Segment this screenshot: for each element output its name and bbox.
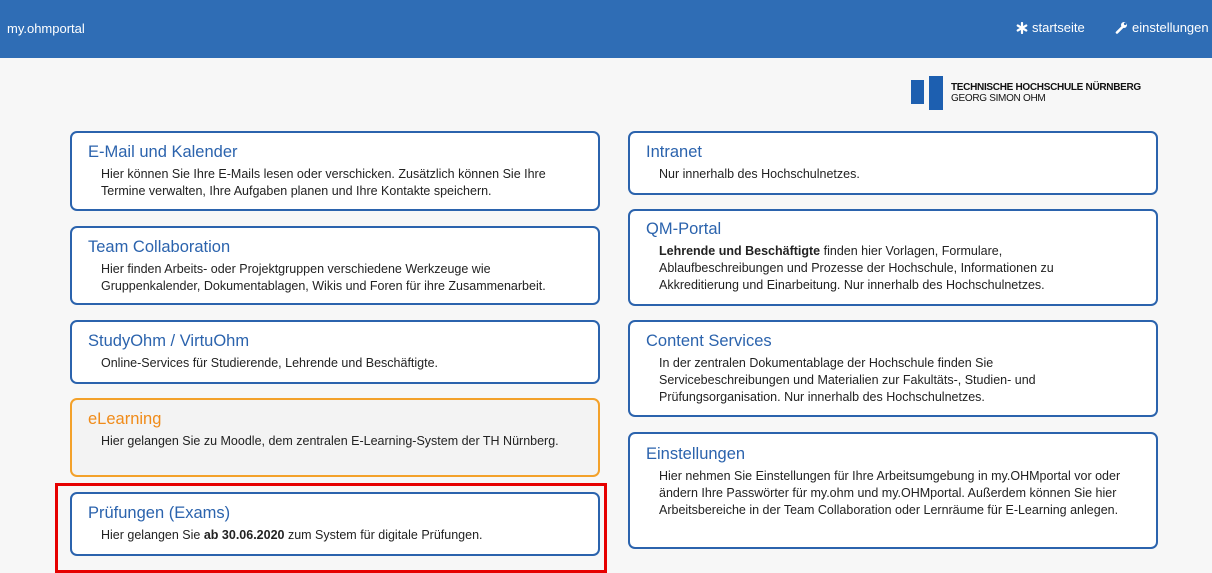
card-title: StudyOhm / VirtuOhm bbox=[88, 332, 250, 350]
card-title: QM-Portal bbox=[646, 220, 722, 238]
wrench-icon bbox=[1115, 22, 1127, 34]
card-pruefungen-exams[interactable]: Prüfungen (Exams) Hier gelangen Sie ab 3… bbox=[70, 492, 600, 556]
card-title: E-Mail und Kalender bbox=[88, 143, 238, 161]
startseite-label: startseite bbox=[1032, 20, 1085, 35]
card-description: Online-Services für Studierende, Lehrend… bbox=[101, 356, 439, 370]
card-title: Intranet bbox=[646, 143, 702, 161]
card-einstellungen[interactable]: Einstellungen Hier nehmen Sie Einstellun… bbox=[628, 432, 1158, 549]
card-description: Hier können Sie Ihre E-Mails lesen oder … bbox=[101, 167, 546, 198]
card-studyohm-virtuohm[interactable]: StudyOhm / VirtuOhm Online-Services für … bbox=[70, 320, 600, 384]
card-title: Team Collaboration bbox=[88, 238, 231, 256]
asterisk-icon bbox=[1016, 21, 1028, 34]
logo-line-1: TECHNISCHE HOCHSCHULE NÜRNBERG bbox=[951, 82, 1141, 93]
card-description: In der zentralen Dokumentablage der Hoch… bbox=[659, 356, 1036, 404]
card-qm-portal[interactable]: QM-Portal Lehrende und Beschäftigte find… bbox=[628, 209, 1158, 306]
th-logo-mark-icon bbox=[911, 76, 943, 110]
card-description: Hier gelangen Sie zu Moodle, dem zentral… bbox=[101, 434, 559, 448]
brand-link[interactable]: my.ohmportal bbox=[7, 21, 85, 36]
logo-line-2: GEORG SIMON OHM bbox=[951, 93, 1046, 104]
card-title: Einstellungen bbox=[646, 445, 746, 463]
card-description: Hier gelangen Sie ab 30.06.2020 zum Syst… bbox=[101, 528, 483, 542]
einstellungen-link[interactable]: einstellungen bbox=[1115, 20, 1209, 35]
card-intranet[interactable]: Intranet Nur innerhalb des Hochschulnetz… bbox=[628, 131, 1158, 195]
card-description: Nur innerhalb des Hochschulnetzes. bbox=[659, 167, 860, 181]
einstellungen-label: einstellungen bbox=[1132, 20, 1209, 35]
card-title: Content Services bbox=[646, 332, 772, 350]
startseite-link[interactable]: startseite bbox=[1016, 20, 1085, 35]
card-email-kalender[interactable]: E-Mail und Kalender Hier können Sie Ihre… bbox=[70, 131, 600, 211]
card-description: Hier nehmen Sie Einstellungen für Ihre A… bbox=[659, 469, 1121, 517]
card-content-services[interactable]: Content Services In der zentralen Dokume… bbox=[628, 320, 1158, 417]
card-description: Lehrende und Beschäftigte finden hier Vo… bbox=[659, 244, 1054, 292]
card-title: eLearning bbox=[88, 410, 162, 428]
card-description: Hier finden Arbeits- oder Projektgruppen… bbox=[101, 262, 546, 293]
card-team-collaboration[interactable]: Team Collaboration Hier finden Arbeits- … bbox=[70, 226, 600, 305]
th-nuernberg-logo: TECHNISCHE HOCHSCHULE NÜRNBERG GEORG SIM… bbox=[911, 76, 1141, 110]
card-title: Prüfungen (Exams) bbox=[88, 504, 231, 522]
card-elearning[interactable]: eLearning Hier gelangen Sie zu Moodle, d… bbox=[70, 398, 600, 477]
top-navbar: my.ohmportal startseite einstellungen bbox=[0, 0, 1212, 58]
